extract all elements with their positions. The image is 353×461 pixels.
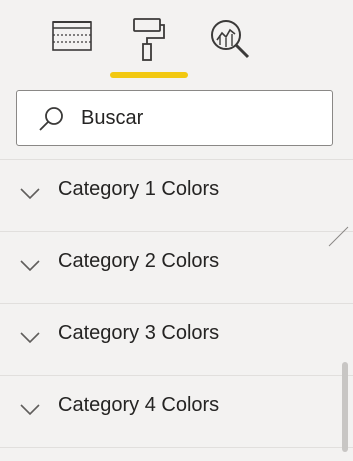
visualization-toolbar	[0, 0, 353, 82]
analytics-magnifier-icon	[211, 20, 250, 59]
chevron-down-icon	[20, 404, 40, 416]
format-pane: Category 1 Colors Category 2 Colors Cate…	[0, 0, 353, 461]
section-category-4-colors[interactable]: Category 4 Colors	[0, 376, 353, 448]
section-label: Category 1 Colors	[58, 178, 220, 200]
analytics-tab[interactable]	[198, 16, 262, 80]
section-category-2-colors[interactable]: Category 2 Colors	[0, 232, 353, 304]
fields-tab[interactable]	[40, 16, 104, 80]
section-category-3-colors[interactable]: Category 3 Colors	[0, 304, 353, 376]
chevron-down-icon	[20, 260, 40, 272]
chevron-down-icon	[20, 332, 40, 344]
fields-grid-icon	[52, 21, 92, 51]
section-label: Category 4 Colors	[58, 394, 220, 416]
active-tab-indicator	[110, 72, 188, 78]
format-sections-list: Category 1 Colors Category 2 Colors Cate…	[0, 160, 353, 448]
section-label: Category 3 Colors	[58, 322, 220, 344]
section-category-1-colors[interactable]: Category 1 Colors	[0, 160, 353, 232]
search-icon	[39, 107, 63, 131]
paint-roller-icon	[133, 18, 165, 61]
resize-grip-line	[328, 226, 349, 247]
chevron-down-icon	[20, 188, 40, 200]
format-tab[interactable]	[108, 16, 188, 80]
section-label: Category 2 Colors	[58, 250, 220, 272]
search-input[interactable]	[81, 103, 321, 133]
vertical-scrollbar[interactable]	[342, 362, 348, 452]
search-box[interactable]	[16, 90, 333, 146]
